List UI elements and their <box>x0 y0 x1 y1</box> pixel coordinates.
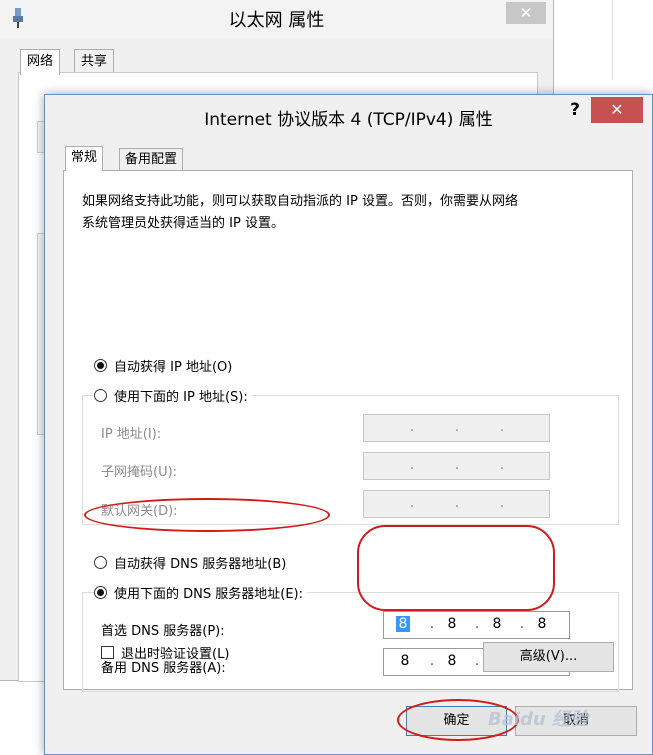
subnet-mask-input[interactable]: ... <box>363 452 550 480</box>
radio-auto-dns[interactable] <box>94 556 107 569</box>
radio-row-manual-dns[interactable]: 使用下面的 DNS 服务器地址(E): <box>94 583 307 602</box>
watermark: Baidu 经验 <box>488 709 589 730</box>
preferred-dns-octet-2[interactable]: 8 <box>439 616 465 632</box>
preferred-dns-label: 首选 DNS 服务器(P): <box>101 624 225 639</box>
default-gateway-input[interactable]: ... <box>363 490 550 518</box>
alternate-dns-octet-1[interactable]: 8 <box>392 653 418 669</box>
back-window-titlebar[interactable]: 以太网 属性 ✕ <box>0 0 553 38</box>
back-tab-network[interactable]: 网络 <box>20 49 61 75</box>
radio-row-manual-ip[interactable]: 使用下面的 IP 地址(S): <box>94 386 252 405</box>
tcpipv4-properties-dialog: Internet 协议版本 4 (TCP/IPv4) 属性 ? ✕ 常规 备用配… <box>44 94 653 755</box>
radio-auto-dns-label: 自动获得 DNS 服务器地址(B) <box>114 557 287 572</box>
validate-on-exit-label: 退出时验证设置(L) <box>121 647 230 662</box>
back-tab-share[interactable]: 共享 <box>74 49 115 74</box>
intro-text: 如果网络支持此功能，则可以获取自动指派的 IP 设置。否则，你需要从网络 系统管… <box>82 191 612 235</box>
radio-manual-dns-label: 使用下面的 DNS 服务器地址(E): <box>114 587 303 602</box>
dialog-titlebar[interactable]: Internet 协议版本 4 (TCP/IPv4) 属性 ? ✕ <box>45 95 652 135</box>
validate-on-exit-row[interactable]: 退出时验证设置(L) <box>101 643 229 662</box>
advanced-button[interactable]: 高级(V)... <box>483 642 614 672</box>
alternate-dns-octet-2[interactable]: 8 <box>439 653 465 669</box>
preferred-dns-octet-3[interactable]: 8 <box>484 616 510 632</box>
intro-line-1: 如果网络支持此功能，则可以获取自动指派的 IP 设置。否则，你需要从网络 <box>82 194 518 209</box>
back-window-title: 以太网 属性 <box>228 10 325 31</box>
preferred-dns-octet-1[interactable]: 8 <box>396 616 410 632</box>
radio-auto-ip-label: 自动获得 IP 地址(O) <box>114 360 233 375</box>
radio-manual-ip-label: 使用下面的 IP 地址(S): <box>114 390 248 405</box>
intro-line-2: 系统管理员处获得适当的 IP 设置。 <box>82 216 284 231</box>
general-tab-panel: 如果网络支持此功能，则可以获取自动指派的 IP 设置。否则，你需要从网络 系统管… <box>63 170 633 692</box>
back-window-close-button[interactable]: ✕ <box>506 2 546 24</box>
help-button[interactable]: ? <box>560 97 590 123</box>
preferred-dns-input[interactable]: 8 . 8 . 8 . 8 <box>383 611 570 639</box>
validate-on-exit-checkbox[interactable] <box>101 646 114 659</box>
preferred-dns-octet-4[interactable]: 8 <box>529 616 555 632</box>
ip-address-label: IP 地址(I): <box>101 427 162 442</box>
tab-general[interactable]: 常规 <box>65 146 104 171</box>
radio-manual-ip[interactable] <box>94 389 107 402</box>
default-gateway-label: 默认网关(D): <box>101 504 178 519</box>
radio-row-auto-ip[interactable]: 自动获得 IP 地址(O) <box>94 356 232 375</box>
close-button[interactable]: ✕ <box>591 97 643 123</box>
radio-row-auto-dns[interactable]: 自动获得 DNS 服务器地址(B) <box>94 553 286 572</box>
subnet-mask-label: 子网掩码(U): <box>101 465 178 480</box>
radio-manual-dns[interactable] <box>94 586 107 599</box>
ip-address-input[interactable]: ... <box>363 414 550 442</box>
radio-auto-ip[interactable] <box>94 359 107 372</box>
tab-alternate-configuration[interactable]: 备用配置 <box>119 148 184 171</box>
background-divider <box>612 0 613 80</box>
